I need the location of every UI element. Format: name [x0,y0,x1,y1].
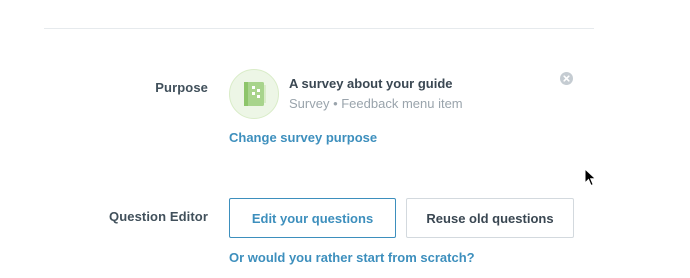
section-divider [44,28,594,29]
purpose-subtitle: Survey • Feedback menu item [289,96,463,111]
mouse-pointer-icon [584,167,597,193]
start-from-scratch-link[interactable]: Or would you rather start from scratch? [229,250,475,265]
survey-book-icon [229,69,279,119]
purpose-title: A survey about your guide [289,76,453,91]
change-survey-purpose-link[interactable]: Change survey purpose [229,130,377,145]
question-editor-label: Question Editor [109,209,208,224]
close-icon[interactable] [560,72,573,85]
reuse-questions-button[interactable]: Reuse old questions [406,198,574,238]
purpose-label: Purpose [155,80,208,95]
edit-questions-button[interactable]: Edit your questions [229,198,396,238]
